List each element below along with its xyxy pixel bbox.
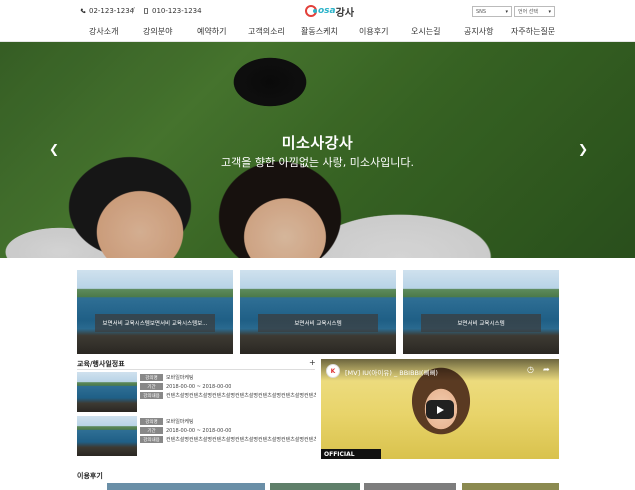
nav-item-activity-sketch[interactable]: 활동스케치 xyxy=(301,26,338,37)
schedule-title: 교육/행사일정표 xyxy=(77,360,125,368)
nav-item-faq[interactable]: 자주하는질문 xyxy=(511,26,555,37)
sns-select-value: SNS xyxy=(476,8,487,15)
nav-item-lecture-field[interactable]: 강의분야 xyxy=(143,26,172,37)
chevron-down-icon: ▾ xyxy=(548,8,551,15)
schedule-more-button[interactable]: + xyxy=(309,358,316,367)
schedule-divider xyxy=(77,369,315,370)
next-slide-icon[interactable]: ❯ xyxy=(578,142,588,156)
mobile-contact: 010-123-1234 xyxy=(143,7,202,15)
schedule-row: 기간 2018-00-00 ~ 2018-00-00 xyxy=(140,426,231,435)
hero-subtitle: 고객을 향한 아낌없는 사랑, 미소사입니다. xyxy=(220,156,415,169)
schedule-row: 기간 2018-00-00 ~ 2018-00-00 xyxy=(140,382,231,391)
video-title[interactable]: [MV] IU(아이유) _ BBIBBI(삐삐) xyxy=(345,367,438,377)
nav-item-reviews[interactable]: 이용후기 xyxy=(359,26,388,37)
logo-mark-icon xyxy=(305,5,317,17)
nav-item-directions[interactable]: 오시는길 xyxy=(411,26,440,37)
review-thumbnail[interactable] xyxy=(364,483,456,490)
nav-item-reservation[interactable]: 예약하기 xyxy=(197,26,226,37)
schedule-period: 2018-00-00 ~ 2018-00-00 xyxy=(166,383,232,390)
language-select-value: 언어 선택 xyxy=(518,9,538,15)
review-thumbnail[interactable] xyxy=(107,483,265,490)
site-logo[interactable]: osa 강사 xyxy=(305,4,355,19)
top-bar: 02-123-1234 / 010-123-1234 osa 강사 SNS ▾ … xyxy=(0,0,635,22)
mobile-icon xyxy=(143,7,149,15)
schedule-thumbnail xyxy=(77,416,137,456)
logo-text-ko: 강사 xyxy=(335,7,355,19)
schedule-name: 모바일마케팅 xyxy=(166,419,194,425)
nav-item-instructor[interactable]: 강사소개 xyxy=(89,26,118,37)
schedule-item[interactable]: 강의명 모바일마케팅 기간 2018-00-00 ~ 2018-00-00 강의… xyxy=(77,372,317,416)
phone-icon xyxy=(80,8,86,14)
review-thumbnail[interactable] xyxy=(462,483,559,490)
feature-card[interactable]: 보면서비 교육시스템 xyxy=(403,270,559,354)
schedule-item[interactable]: 강의명 모바일마케팅 기간 2018-00-00 ~ 2018-00-00 강의… xyxy=(77,416,317,460)
schedule-row: 강의내용 컨텐츠설명컨텐츠설명컨텐츠설명컨텐츠설명컨텐츠설명컨텐츠설명컨텐츠..… xyxy=(140,435,316,444)
schedule-tag: 강의내용 xyxy=(140,436,163,443)
schedule-thumbnail xyxy=(77,372,137,412)
feature-card[interactable]: 보면서비 교육시스템 xyxy=(240,270,396,354)
feature-card-label: 보면서비 교육시스템 xyxy=(258,314,378,332)
schedule-tag: 강의명 xyxy=(140,374,163,381)
hero-title: 미소사강사 xyxy=(281,134,354,152)
phone-contact: 02-123-1234 xyxy=(80,7,134,15)
mobile-number: 010-123-1234 xyxy=(152,7,202,15)
watch-later-icon[interactable]: ◷ xyxy=(527,365,534,374)
schedule-row: 강의명 모바일마케팅 xyxy=(140,373,194,382)
schedule-desc: 컨텐츠설명컨텐츠설명컨텐츠설명컨텐츠설명컨텐츠설명컨텐츠설명컨텐츠... xyxy=(166,393,316,399)
video-corner-text: OFFICIAL xyxy=(321,449,381,459)
schedule-period: 2018-00-00 ~ 2018-00-00 xyxy=(166,427,232,434)
feature-card-label: 보면서비 교육시스템보면서비 교육시스템보... xyxy=(95,314,215,332)
phone-number: 02-123-1234 xyxy=(89,7,135,15)
feature-card-label: 보면서비 교육시스템 xyxy=(421,314,541,332)
channel-avatar[interactable]: K xyxy=(326,364,340,378)
phone-separator: / xyxy=(132,6,135,15)
logo-text-en: osa xyxy=(318,6,336,16)
schedule-row: 강의명 모바일마케팅 xyxy=(140,417,194,426)
nav-item-notices[interactable]: 공지사항 xyxy=(464,26,493,37)
schedule-name: 모바일마케팅 xyxy=(166,375,194,381)
hero-banner: 미소사강사 고객을 향한 아낌없는 사랑, 미소사입니다. ❮ ❯ xyxy=(0,42,635,258)
language-select[interactable]: 언어 선택 ▾ xyxy=(514,6,555,17)
play-icon xyxy=(436,405,444,414)
sns-select[interactable]: SNS ▾ xyxy=(472,6,512,17)
nav-item-customer-voice[interactable]: 고객의소리 xyxy=(248,26,285,37)
schedule-tag: 강의명 xyxy=(140,418,163,425)
chevron-down-icon: ▾ xyxy=(505,8,508,15)
feature-card[interactable]: 보면서비 교육시스템보면서비 교육시스템보... xyxy=(77,270,233,354)
review-title: 이용후기 xyxy=(77,472,103,480)
schedule-tag: 기간 xyxy=(140,427,163,434)
play-button[interactable] xyxy=(426,400,454,419)
review-thumbnail[interactable] xyxy=(270,483,360,490)
video-player[interactable]: K [MV] IU(아이유) _ BBIBBI(삐삐) ◷ ➦ OFFICIAL xyxy=(321,359,559,459)
schedule-tag: 기간 xyxy=(140,383,163,390)
schedule-row: 강의내용 컨텐츠설명컨텐츠설명컨텐츠설명컨텐츠설명컨텐츠설명컨텐츠설명컨텐츠..… xyxy=(140,391,316,400)
prev-slide-icon[interactable]: ❮ xyxy=(49,142,59,156)
share-icon[interactable]: ➦ xyxy=(543,365,550,374)
main-nav: 강사소개 강의분야 예약하기 고객의소리 활동스케치 이용후기 오시는길 공지사… xyxy=(0,22,635,42)
schedule-desc: 컨텐츠설명컨텐츠설명컨텐츠설명컨텐츠설명컨텐츠설명컨텐츠설명컨텐츠... xyxy=(166,437,316,443)
schedule-tag: 강의내용 xyxy=(140,392,163,399)
